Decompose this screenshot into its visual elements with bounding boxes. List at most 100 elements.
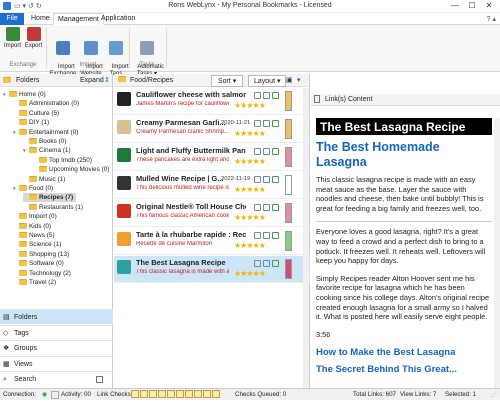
rating-stars[interactable]: ★★★★★	[234, 129, 266, 138]
notes-icon[interactable]	[254, 204, 261, 211]
check-icon[interactable]	[272, 148, 279, 155]
link-status-icon[interactable]	[263, 120, 270, 127]
check-icon[interactable]	[272, 176, 279, 183]
link-status-icon[interactable]	[263, 176, 270, 183]
tree-item[interactable]: Culture (5)	[13, 109, 59, 118]
web-content[interactable]: The Best Lasagna Recipe The Best Homemad…	[316, 118, 492, 418]
maximize-button[interactable]: ☐	[465, 1, 479, 10]
link-status-icon[interactable]	[263, 260, 270, 267]
notes-icon[interactable]	[254, 260, 261, 267]
save-icon[interactable]: ▣	[286, 76, 293, 84]
tree-item[interactable]: Travel (2)	[13, 278, 56, 287]
check-icon[interactable]	[272, 120, 279, 127]
resize-grip-icon[interactable]: ⋰	[491, 389, 497, 400]
tree-item[interactable]: Administration (0)	[13, 99, 79, 108]
tree-item[interactable]: Top Imdb (250)	[33, 156, 92, 165]
link-row[interactable]: Light and Fluffy Buttermilk Panc... These…	[114, 144, 310, 171]
link-row[interactable]: Original Nestle® Toll House Cho... This f…	[114, 200, 310, 227]
color-flag[interactable]	[285, 119, 292, 139]
sort-button[interactable]: Sort ▾	[211, 75, 244, 87]
link-status-icon[interactable]	[263, 148, 270, 155]
import-button[interactable]: Import	[2, 27, 23, 50]
tree-item[interactable]: News (5)	[13, 231, 55, 240]
rating-stars[interactable]: ★★★★★	[234, 157, 266, 166]
tree-item[interactable]: Books (0)	[23, 137, 66, 146]
tree-item[interactable]: Import (0)	[13, 212, 57, 221]
status-view-links: View Links: 7	[400, 391, 437, 398]
link-row[interactable]: Tarte à la rhubarbe rapide : Rece... Rece…	[114, 228, 310, 255]
notes-icon[interactable]	[254, 176, 261, 183]
color-flag[interactable]	[285, 147, 292, 167]
color-flag[interactable]	[285, 175, 292, 195]
nav-item-views[interactable]: ▦ Views	[0, 355, 113, 371]
link-status-icon[interactable]	[263, 204, 270, 211]
content-scrollbar[interactable]	[494, 118, 500, 388]
tree-item[interactable]: DIY (1)	[13, 118, 49, 127]
notes-icon[interactable]	[254, 92, 261, 99]
notes-icon[interactable]	[254, 148, 261, 155]
tree-item[interactable]: ▾ Cinema (1)	[23, 146, 71, 155]
link-description: This delicious mulled wine recipe is...	[136, 185, 229, 191]
minimize-button[interactable]: —	[448, 1, 462, 10]
layout-button[interactable]: Layout ▾	[248, 75, 287, 87]
help-icon[interactable]: ? ▴	[487, 15, 496, 23]
video-time: 3:56	[316, 329, 331, 339]
link-check-boxes	[131, 390, 221, 401]
tree-item-label: Technology (2)	[29, 269, 71, 277]
check-icon[interactable]	[272, 92, 279, 99]
rating-stars[interactable]: ★★★★★	[234, 269, 266, 278]
tab-home[interactable]: Home	[27, 13, 54, 25]
nav-item-search[interactable]: ⌕ Search	[0, 371, 113, 386]
paragraph-2: Everyone loves a good lasagna, right? It…	[316, 227, 486, 266]
tree-item[interactable]: Music (1)	[23, 175, 65, 184]
notes-icon[interactable]	[254, 232, 261, 239]
tree-item[interactable]: Technology (2)	[13, 269, 71, 278]
color-flag[interactable]	[285, 203, 292, 223]
nav-item-folders[interactable]: ▤ Folders	[0, 309, 113, 324]
collapse-arrow-icon[interactable]: ⇕	[104, 76, 110, 84]
close-button[interactable]: ✕	[482, 1, 496, 10]
rating-stars[interactable]: ★★★★★	[234, 101, 266, 110]
check-icon[interactable]	[272, 204, 279, 211]
link-status-icon[interactable]	[263, 232, 270, 239]
expand-button[interactable]: Expand	[80, 77, 104, 84]
link-row[interactable]: Creamy Parmesan Garli... Creamy Parmesan …	[114, 116, 310, 143]
color-flag[interactable]	[285, 231, 292, 251]
link-row[interactable]: Cauliflower cheese with salmon... James M…	[114, 88, 310, 115]
nav-item-tags[interactable]: ◇ Tags	[0, 324, 113, 340]
link-row[interactable]: Mulled Wine Recipe | G... This delicious …	[114, 172, 310, 199]
folder-icon	[19, 232, 27, 238]
tree-item[interactable]: Restaurants (1)	[23, 203, 83, 212]
tree-item[interactable]: Shopping (13)	[13, 250, 69, 259]
tab-application[interactable]: Application	[97, 13, 139, 25]
tree-item[interactable]: ▾ Food (0)	[13, 184, 53, 193]
tree-item[interactable]: Recipes (7)	[23, 193, 77, 203]
rating-stars[interactable]: ★★★★★	[234, 185, 266, 194]
link-status-icon[interactable]	[263, 92, 270, 99]
check-icon[interactable]	[272, 260, 279, 267]
link-description: Recette de cuisine Marmiton	[136, 241, 213, 247]
export-button[interactable]: Export	[23, 27, 44, 50]
color-flag[interactable]	[285, 259, 292, 279]
nav-item-groups[interactable]: ❖ Groups	[0, 340, 113, 355]
status-total-links: Total Links: 607	[353, 391, 396, 398]
tree-item[interactable]: Science (1)	[13, 240, 61, 249]
tree-item[interactable]: ▾ Entertainment (0)	[13, 128, 78, 137]
tree-item[interactable]: Upcoming Movies (0)	[33, 165, 109, 174]
tree-item[interactable]: Software (0)	[13, 259, 64, 268]
link-description: This famous classic American cookie...	[136, 213, 229, 219]
filter-icon[interactable]: ▾	[297, 76, 301, 84]
rating-stars[interactable]: ★★★★★	[234, 241, 266, 250]
check-icon[interactable]	[272, 232, 279, 239]
search-checkbox[interactable]	[96, 376, 103, 383]
tree-item[interactable]: Kids (0)	[13, 222, 51, 231]
tree-item[interactable]: ▾ Home (0)	[3, 90, 46, 99]
notes-icon[interactable]	[254, 120, 261, 127]
links-pane: Food/Recipes Sort ▾ Layout ▾ ▣ ▾ Caulifl…	[114, 74, 310, 388]
rating-stars[interactable]: ★★★★★	[234, 213, 266, 222]
color-flag[interactable]	[285, 91, 292, 111]
tab-file[interactable]: File	[0, 13, 24, 25]
link-row[interactable]: The Best Lasagna Recipe This classic lasa…	[114, 256, 310, 283]
links-scrollbar[interactable]	[303, 88, 309, 388]
tree-item-label: Recipes (7)	[39, 194, 74, 202]
